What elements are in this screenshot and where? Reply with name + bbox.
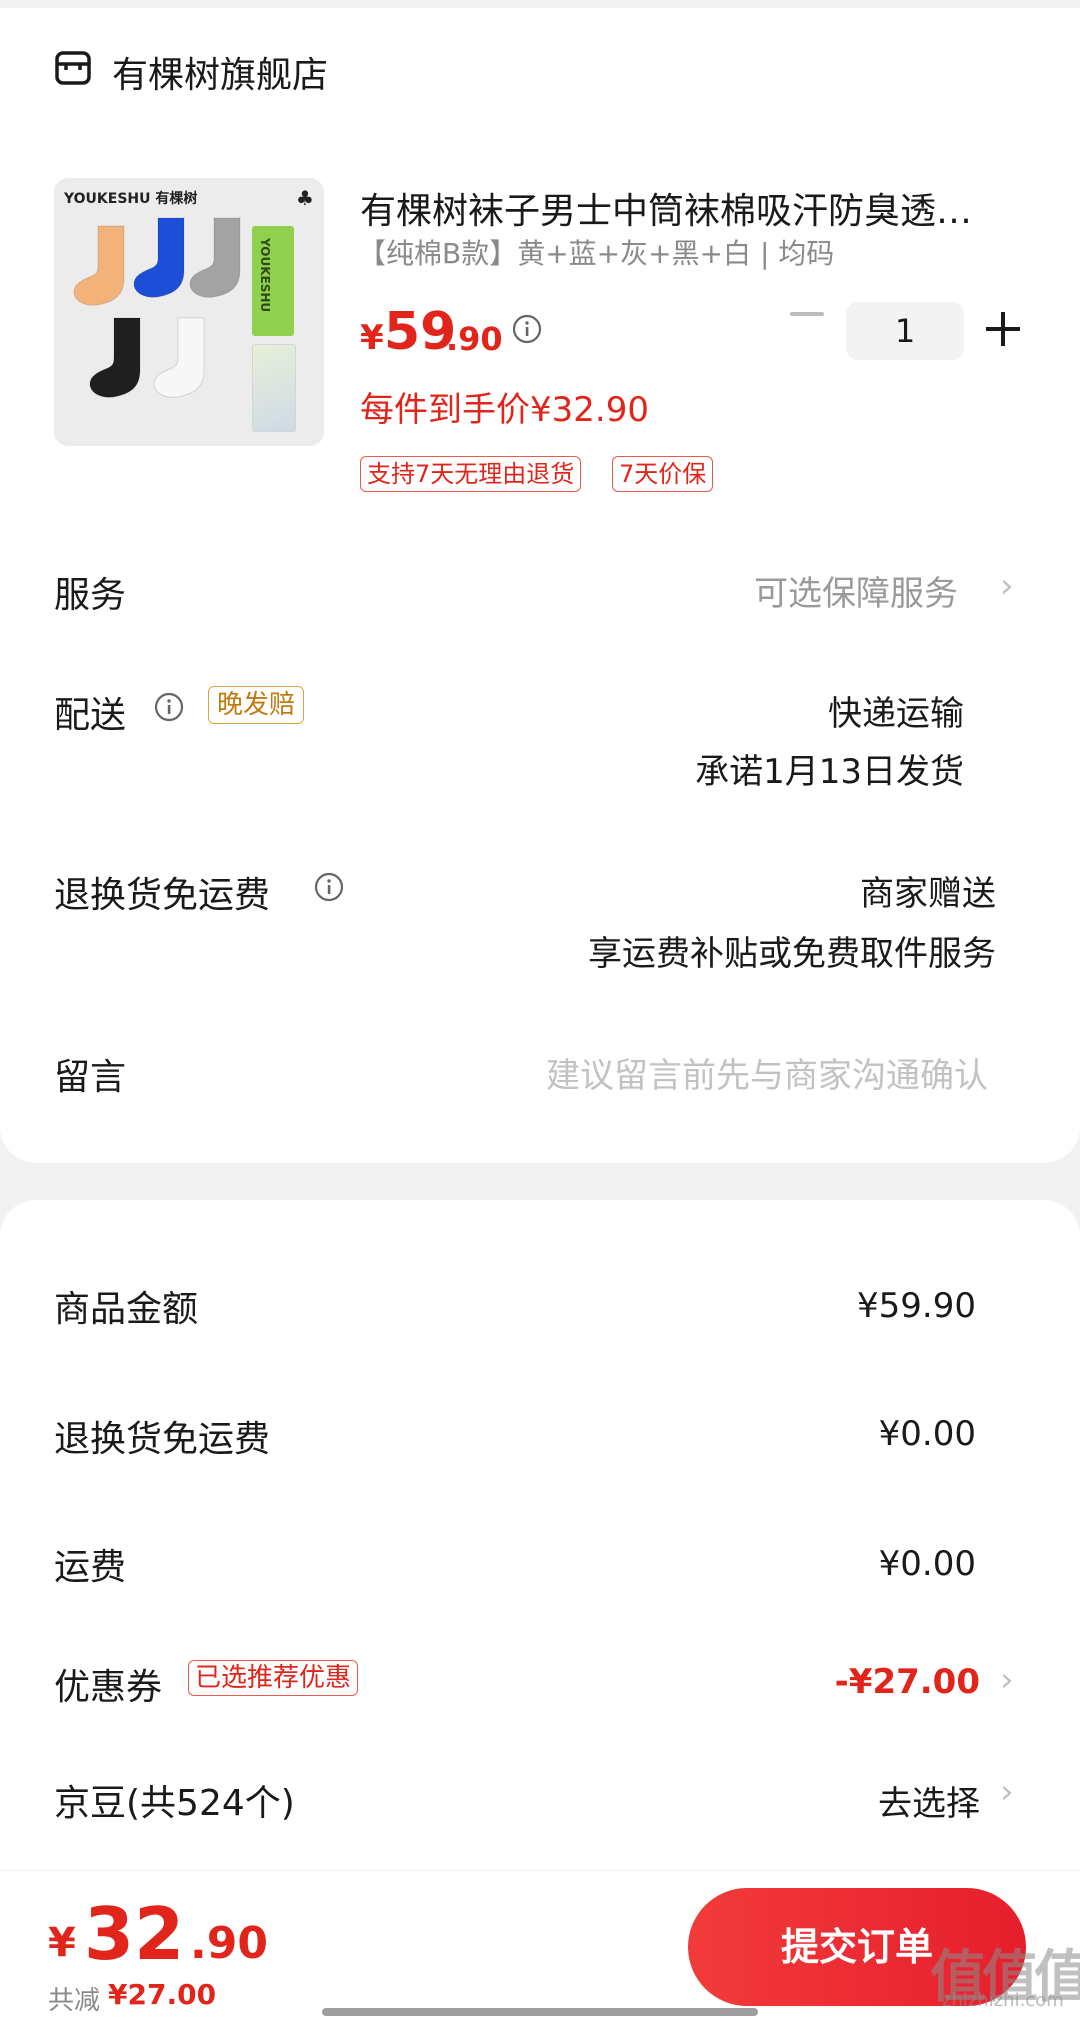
coupon-recommended-badge: 已选推荐优惠 (188, 1660, 359, 1696)
service-label: 服务 (54, 575, 127, 616)
delivery-method[interactable]: 快递运输 (828, 686, 964, 735)
jingdou-chevron-icon[interactable]: › (1000, 1772, 1014, 1812)
box-pattern (252, 344, 296, 432)
service-chevron-icon[interactable]: › (1000, 566, 1014, 606)
tag-7day-price-protect: 7天价保 (612, 456, 714, 492)
tag-7day-return: 支持7天无理由退货 (360, 456, 582, 492)
box-brand-text: YOUKESHU (258, 238, 272, 313)
return-fee-label: 退换货免运费 (54, 1419, 271, 1460)
saved-label: 共减 (48, 1986, 101, 2016)
sock-shape (133, 217, 185, 298)
quantity-plus-button[interactable] (986, 312, 1020, 346)
total-decimal: .90 (190, 1918, 268, 1969)
saved-value: ¥27.00 (108, 1978, 217, 2011)
store-name[interactable]: 有棵树旗舰店 (112, 46, 328, 98)
sock-shape (153, 317, 205, 398)
jingdou-label: 京豆(共524个) (54, 1783, 295, 1824)
sock-shape (73, 225, 125, 306)
goods-amount-value: ¥59.90 (857, 1286, 976, 1326)
delivery-promise[interactable]: 承诺1月13日发货 (695, 744, 964, 793)
price-symbol: ¥ (360, 318, 384, 358)
return-shipping-label: 退换货免运费 (54, 875, 271, 916)
goods-amount-label: 商品金额 (54, 1289, 199, 1330)
quantity-minus-button[interactable] (790, 312, 824, 316)
watermark-url: zhizhizhi.com (942, 1990, 1064, 2011)
product-title[interactable]: 有棵树袜子男士中筒袜棉吸汗防臭透… (360, 182, 1024, 234)
total-symbol: ¥ (48, 1920, 76, 1966)
message-input[interactable]: 建议留言前先与商家沟通确认 (546, 1048, 988, 1097)
product-image[interactable]: YOUKESHU 有棵树 ♣ YOUKESHU (54, 178, 324, 446)
service-value[interactable]: 可选保障服务 (754, 566, 958, 615)
home-indicator[interactable] (322, 2008, 758, 2016)
quantity-value[interactable]: 1 (846, 302, 964, 360)
coupon-label: 优惠券 (54, 1667, 163, 1708)
return-shipping-value: 商家赠送 (860, 874, 996, 914)
delivery-label: 配送 (54, 695, 127, 736)
coupon-value[interactable]: -¥27.00 (835, 1662, 980, 1702)
return-shipping-info-icon[interactable] (314, 872, 344, 902)
product-spec[interactable]: 【纯棉B款】黄+蓝+灰+黑+白 | 均码 (358, 232, 834, 272)
delivery-info-icon[interactable] (154, 692, 184, 722)
return-shipping-detail: 享运费补贴或免费取件服务 (588, 934, 996, 974)
sock-shape (89, 317, 141, 398)
price-info-icon[interactable] (512, 314, 542, 344)
freight-label: 运费 (54, 1547, 127, 1588)
total-integer: 32 (84, 1892, 185, 1976)
jingdou-value[interactable]: 去选择 (878, 1776, 980, 1825)
store-icon (55, 51, 91, 85)
return-fee-value: ¥0.00 (878, 1414, 976, 1454)
coupon-chevron-icon[interactable]: › (1000, 1660, 1014, 1700)
price-decimal: .90 (446, 320, 503, 358)
late-compensation-badge: 晚发赔 (208, 686, 305, 724)
unit-price: 每件到手价¥32.90 (360, 390, 649, 430)
message-label: 留言 (54, 1057, 127, 1098)
freight-value: ¥0.00 (878, 1544, 976, 1584)
sock-shape (189, 217, 241, 298)
